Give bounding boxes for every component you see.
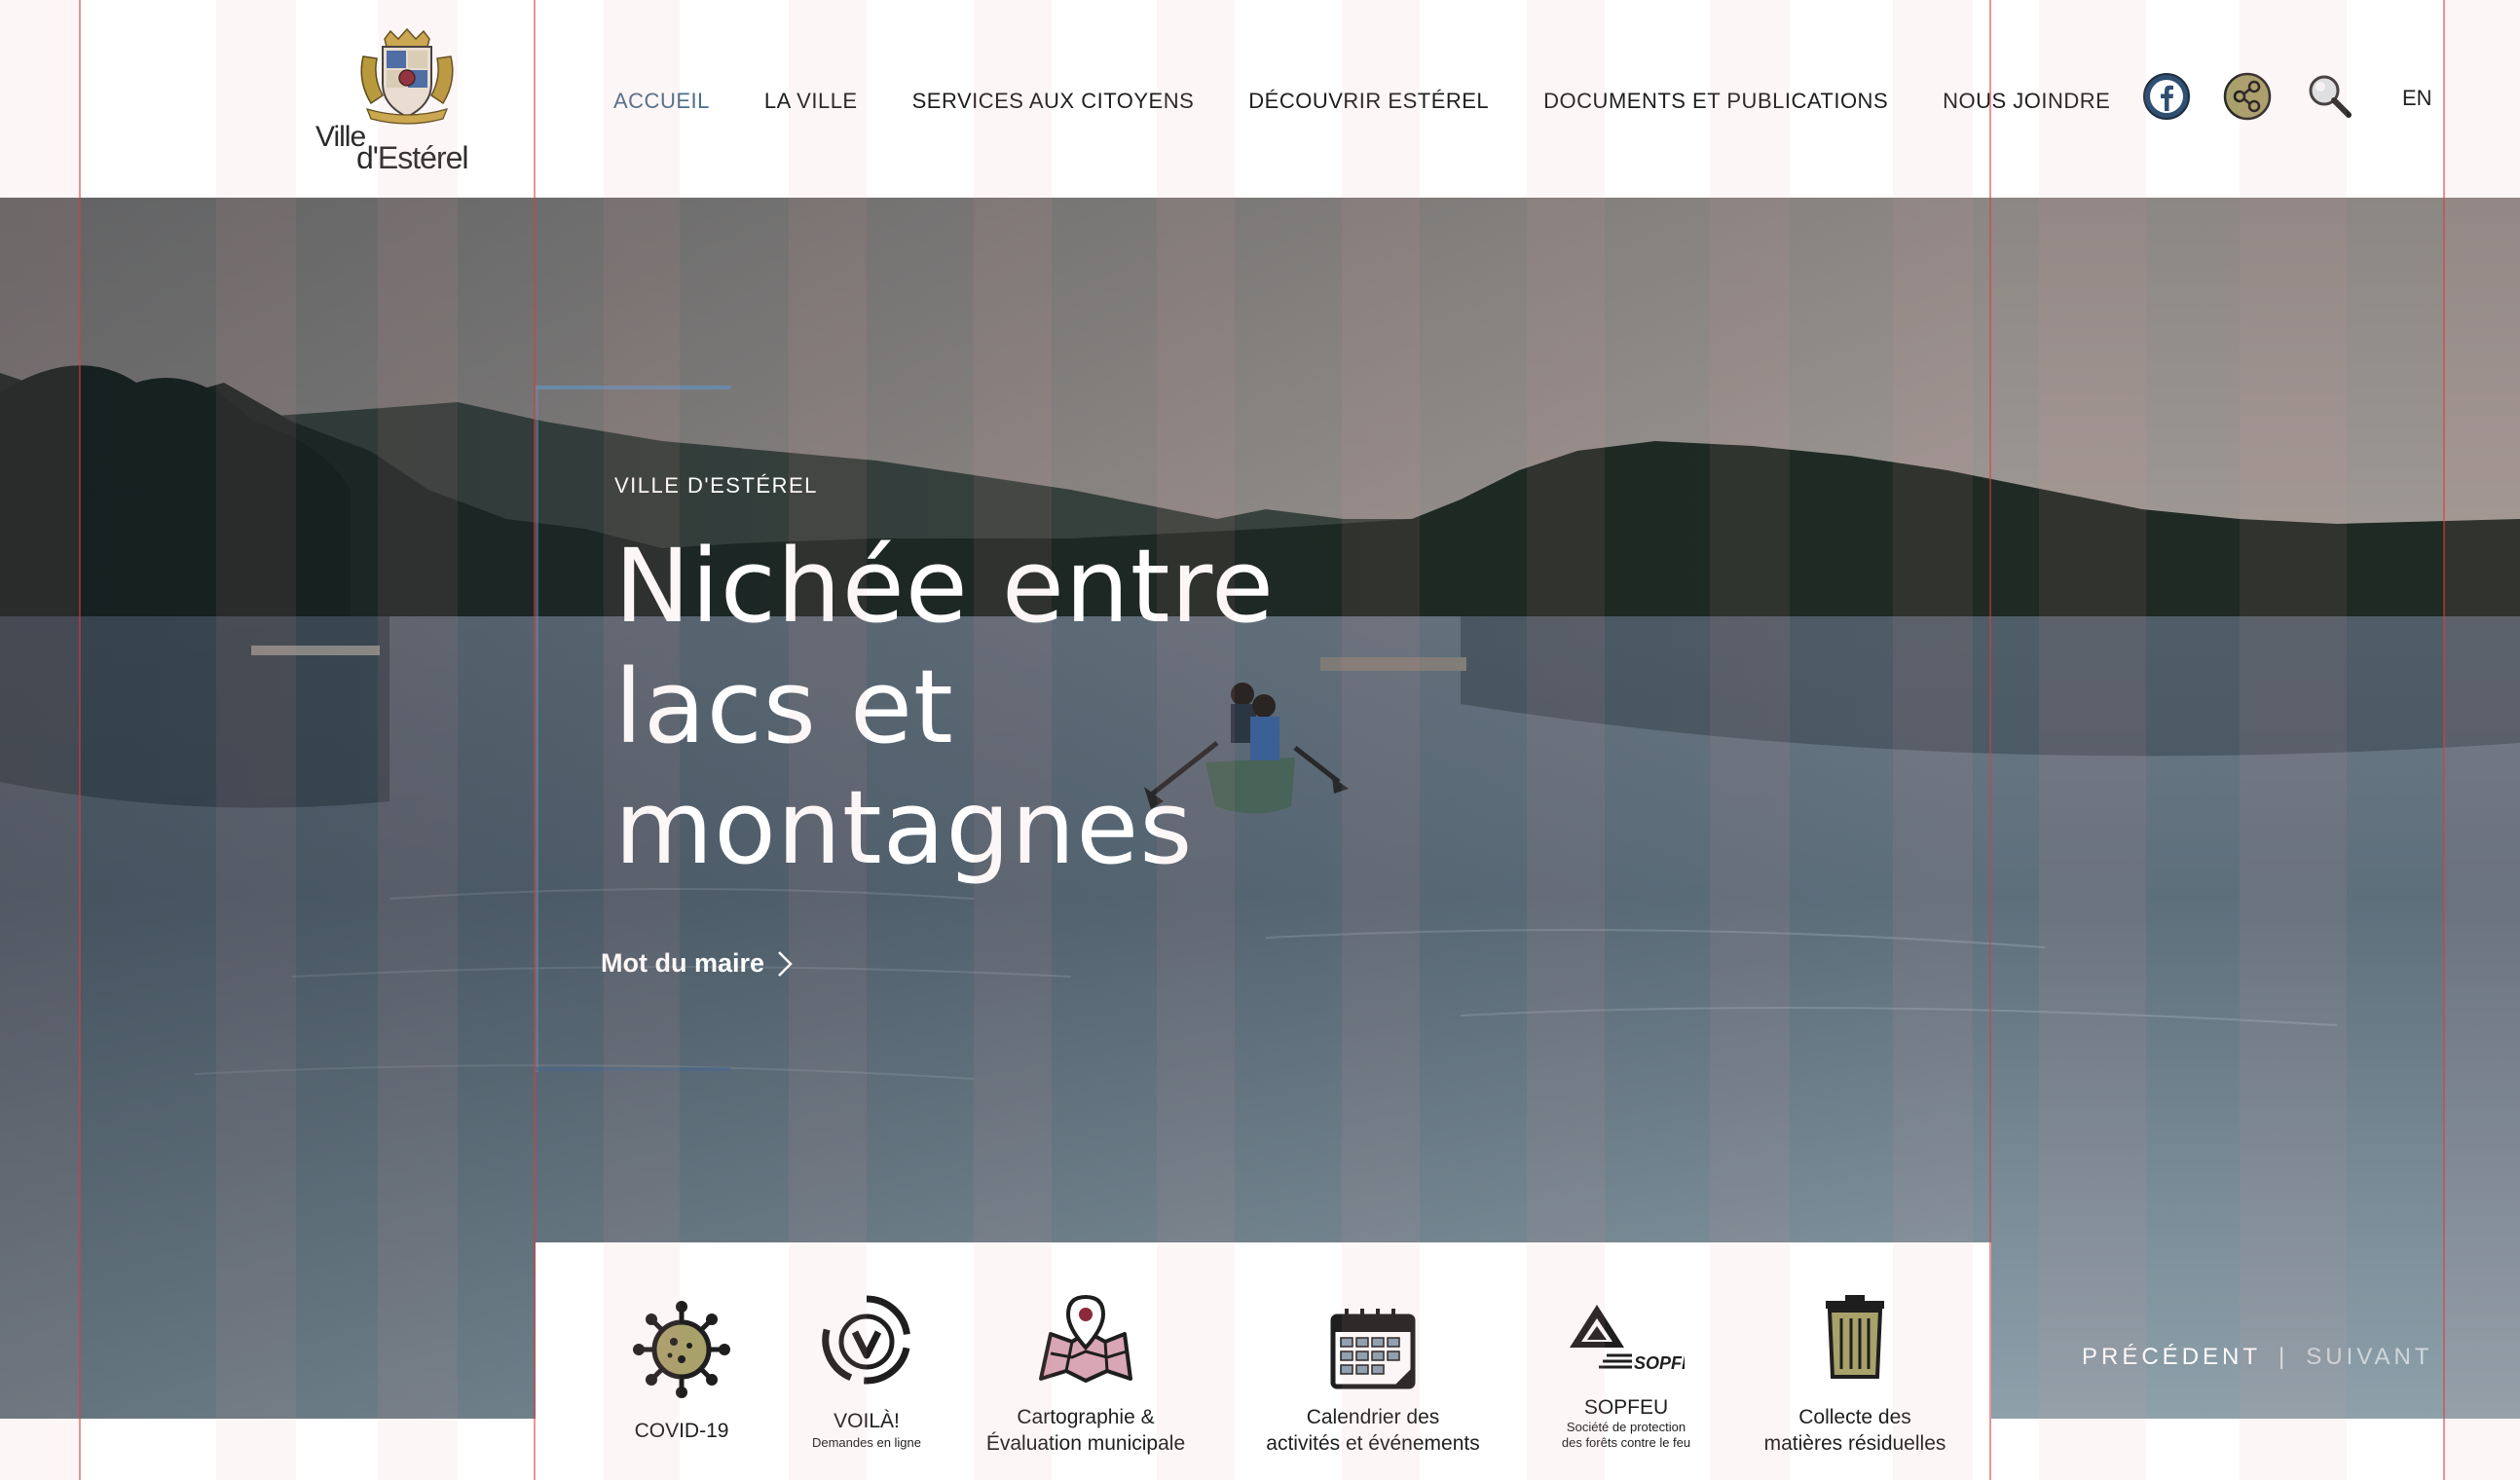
quick-link-covid[interactable]: COVID-19 [613, 1242, 750, 1480]
site-header: Ville d'Estérel ACCUEIL LA VILLE SERVICE… [0, 0, 2520, 198]
logo-text-esterel: d'Estérel [356, 140, 468, 175]
quick-link-sublabel-line2: des forêts contre le feu [1561, 1435, 1691, 1450]
quick-links-bar: COVID-19 VOILÀ! Demandes en ligne Cartog… [536, 1242, 1991, 1480]
mot-du-maire-link[interactable]: Mot du maire [601, 948, 796, 979]
quick-link-label: SOPFEU [1583, 1396, 1669, 1419]
nav-item-nous-joindre[interactable]: NOUS JOINDRE [1943, 84, 2110, 119]
calendar-icon [1330, 1309, 1416, 1389]
nav-item-la-ville[interactable]: LA VILLE [764, 84, 858, 119]
quick-link-sopfeu[interactable]: SOPFEU SOPFEU Société de protection des … [1538, 1242, 1714, 1480]
hero-accent-frame [536, 386, 538, 1072]
quick-link-label: Cartographie & [1017, 1406, 1155, 1428]
nav-item-decouvrir-esterel[interactable]: DÉCOUVRIR ESTÉREL [1248, 84, 1489, 119]
hero-title-line: lacs et [614, 648, 954, 766]
language-switch[interactable]: EN [2402, 86, 2432, 111]
slider-prev-button[interactable]: PRÉCÉDENT [2082, 1344, 2261, 1371]
hero-cta-label: Mot du maire [601, 948, 765, 978]
hero-accent-line-bottom [536, 1067, 730, 1071]
slider-next-button[interactable]: SUIVANT [2306, 1344, 2432, 1371]
quick-link-cartographie[interactable]: Cartographie & Évaluation municipale [979, 1242, 1193, 1480]
sopfeu-icon: SOPFEU [1570, 1305, 1685, 1373]
hero-title-line: Nichée entre [614, 527, 1275, 646]
site-logo[interactable]: Ville d'Estérel [310, 27, 485, 175]
coat-of-arms-icon [360, 27, 454, 125]
nav-item-services-aux-citoyens[interactable]: SERVICES AUX CITOYENS [912, 84, 1195, 119]
quick-link-label-line2: matières résiduelles [1763, 1432, 1946, 1455]
quick-link-label: Collecte des [1798, 1406, 1911, 1428]
search-icon[interactable] [2306, 72, 2354, 121]
nav-item-accueil[interactable]: ACCUEIL [613, 84, 710, 119]
nav-item-documents-et-publications[interactable]: DOCUMENTS ET PUBLICATIONS [1543, 84, 1888, 119]
hero-title: Nichée entre lacs et montagnes [614, 526, 1393, 888]
hero-eyebrow: VILLE D'ESTÉREL [614, 473, 818, 498]
quick-link-label: COVID-19 [634, 1420, 729, 1442]
facebook-icon[interactable] [2142, 72, 2191, 121]
slider-controls: PRÉCÉDENT | SUIVANT [2082, 1344, 2433, 1371]
chevron-right-icon [778, 950, 793, 977]
quick-link-label: Calendrier des [1306, 1406, 1440, 1428]
virus-icon [633, 1301, 730, 1398]
sopfeu-logo-text: SOPFEU [1634, 1353, 1685, 1373]
hero-title-line: montagnes [614, 768, 1194, 887]
slider-separator: | [2279, 1344, 2289, 1370]
quick-link-collecte[interactable]: Collecte des matières résiduelles [1748, 1242, 1962, 1480]
map-pin-icon [1039, 1294, 1132, 1383]
trash-icon [1826, 1295, 1884, 1379]
quick-link-sublabel: Demandes en ligne [811, 1435, 922, 1450]
share-icon[interactable] [2223, 72, 2272, 121]
voila-icon [822, 1295, 911, 1385]
quick-link-label-line2: activités et événements [1266, 1432, 1480, 1455]
quick-link-calendrier[interactable]: Calendrier des activités et événements [1256, 1242, 1490, 1480]
quick-link-label-line2: Évaluation municipale [985, 1432, 1186, 1455]
quick-link-label: VOILÀ! [834, 1410, 900, 1432]
quick-link-voila[interactable]: VOILÀ! Demandes en ligne [789, 1242, 945, 1480]
hero-accent-line [536, 386, 730, 389]
main-nav: ACCUEIL LA VILLE SERVICES AUX CITOYENS D… [613, 84, 2110, 119]
quick-link-sublabel: Société de protection [1566, 1420, 1686, 1434]
